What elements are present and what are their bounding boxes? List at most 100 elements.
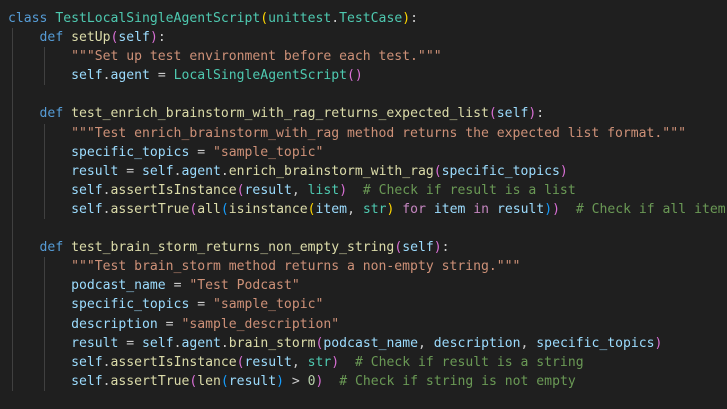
code-line: def test_brain_storm_returns_non_empty_s… bbox=[8, 238, 727, 258]
indent-guide bbox=[12, 371, 13, 391]
code-token: assertTrue bbox=[110, 373, 190, 389]
code-token: self bbox=[142, 335, 174, 351]
code-token: "Test Podcast" bbox=[189, 278, 300, 294]
indent-guide bbox=[43, 123, 45, 143]
indent-guide bbox=[43, 66, 45, 86]
indent-guide bbox=[12, 28, 13, 48]
indent-guide bbox=[12, 314, 13, 334]
code-token: assertIsInstance bbox=[110, 182, 237, 198]
code-token: "sample_topic" bbox=[212, 297, 324, 313]
code-token: all bbox=[197, 201, 221, 217]
code-token: # Check if string is not empty bbox=[339, 373, 576, 389]
code-token: = bbox=[189, 297, 213, 313]
code-token: ( bbox=[260, 11, 269, 26]
indent-guide bbox=[12, 104, 13, 124]
code-token: . bbox=[102, 68, 111, 84]
code-token: def bbox=[39, 30, 64, 46]
code-token: . bbox=[331, 11, 340, 26]
code-token: assertIsInstance bbox=[110, 354, 237, 370]
indent-guide bbox=[43, 180, 45, 200]
code-token: def bbox=[39, 240, 64, 256]
indent-guide bbox=[12, 199, 13, 220]
code-token: self bbox=[496, 106, 529, 122]
code-token: specific_topics bbox=[71, 297, 190, 313]
code-token: . bbox=[220, 335, 229, 351]
code-token: isinstance bbox=[228, 201, 308, 217]
code-token: ) bbox=[552, 201, 561, 217]
code-token: , bbox=[291, 182, 308, 198]
code-token: description bbox=[71, 316, 158, 332]
code-line: """Test brain_storm method returns a non… bbox=[8, 257, 727, 277]
code-line: def test_enrich_brainstorm_with_rag_retu… bbox=[8, 104, 727, 124]
code-token: ( bbox=[236, 354, 245, 370]
code-token: agent bbox=[181, 335, 221, 351]
code-token: , bbox=[520, 335, 537, 351]
code-line: podcast_name = "Test Podcast" bbox=[8, 276, 727, 296]
indent-guide bbox=[12, 276, 13, 296]
code-token: "sample_description" bbox=[181, 316, 340, 332]
code-line bbox=[8, 219, 727, 239]
code-token: . bbox=[102, 201, 111, 217]
code-token: ( bbox=[220, 373, 229, 389]
code-token: : bbox=[441, 240, 450, 256]
code-token: for bbox=[402, 201, 426, 217]
code-token: """Test enrich_brainstorm_with_rag metho… bbox=[71, 125, 686, 141]
code-token: LocalSingleAgentScript bbox=[173, 68, 348, 84]
code-token: self bbox=[71, 201, 103, 217]
indent-guide bbox=[12, 238, 13, 258]
code-token: # Check if result is a string bbox=[354, 354, 584, 370]
indent-guide bbox=[43, 333, 45, 353]
code-token: result bbox=[71, 335, 119, 351]
code-token: brain_storm bbox=[228, 335, 316, 351]
indent-guide bbox=[12, 142, 13, 162]
code-line: class TestLocalSingleAgentScript(unittes… bbox=[8, 9, 727, 28]
indent-guide bbox=[43, 314, 45, 334]
code-token: agent bbox=[110, 68, 150, 84]
code-line: result = self.agent.brain_storm(podcast_… bbox=[8, 333, 727, 353]
code-token: # Check if result is a list bbox=[362, 182, 576, 198]
code-token: , bbox=[418, 335, 434, 351]
code-token: list bbox=[307, 182, 340, 198]
code-token: def bbox=[39, 106, 64, 122]
code-token: , bbox=[347, 201, 363, 217]
code-token: = bbox=[157, 316, 182, 332]
code-token: specific_topics bbox=[71, 144, 190, 160]
code-token: ( bbox=[236, 182, 245, 198]
indent-guide bbox=[43, 257, 45, 277]
indent-guide bbox=[43, 161, 45, 181]
indent-guide bbox=[43, 142, 45, 162]
code-token: . bbox=[102, 354, 111, 370]
code-token: ) bbox=[149, 30, 158, 46]
code-token: , bbox=[291, 354, 308, 370]
code-token: = bbox=[118, 335, 143, 351]
code-token: unittest bbox=[268, 11, 332, 26]
code-token: = bbox=[149, 68, 174, 84]
code-token: item bbox=[433, 201, 466, 217]
code-token: ) bbox=[654, 335, 663, 351]
code-token: str bbox=[362, 201, 387, 217]
code-token: ( bbox=[433, 163, 442, 179]
indent-guide bbox=[12, 257, 13, 277]
code-token: ( bbox=[347, 68, 355, 84]
code-token: description bbox=[433, 335, 521, 351]
code-token: self bbox=[402, 240, 434, 256]
code-token: = bbox=[189, 144, 213, 160]
indent-guide bbox=[12, 352, 13, 372]
code-area[interactable]: class TestLocalSingleAgentScript(unittes… bbox=[8, 9, 727, 391]
code-token: . bbox=[220, 163, 229, 179]
code-editor[interactable]: class TestLocalSingleAgentScript(unittes… bbox=[0, 0, 727, 409]
code-token: """Test brain_storm method returns a non… bbox=[71, 259, 521, 275]
